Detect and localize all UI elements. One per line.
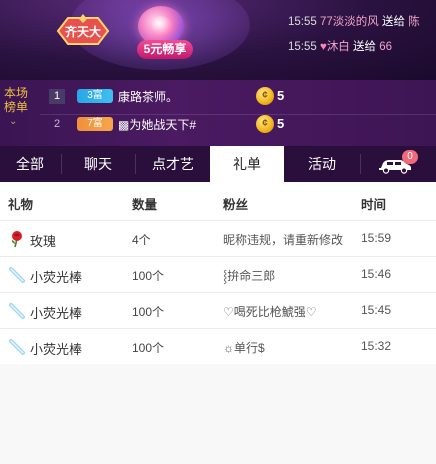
- col-gift: 礼物: [8, 198, 34, 212]
- gift-list: 礼物 数量 粉丝 时间 玫瑰 4个 昵称违规，请重新修改 15:59 小荧光棒 …: [0, 182, 436, 464]
- rank-number: 1: [49, 89, 65, 104]
- col-time: 时间: [361, 198, 387, 212]
- feed-user[interactable]: 77淡淡的风: [320, 16, 379, 28]
- gift-name: 小荧光棒: [30, 342, 83, 357]
- tab-activity[interactable]: 活动: [284, 146, 360, 182]
- gift-name: 小荧光棒: [30, 306, 83, 321]
- rank-score: 5: [277, 116, 285, 131]
- gift-name: 小荧光棒: [30, 270, 83, 285]
- col-fan: 粉丝: [223, 198, 249, 212]
- glow-stick-icon: [9, 267, 25, 283]
- fan-name: ☼单行$: [223, 341, 265, 355]
- rank-row[interactable]: 2 7富 ▩为她战天下# ¢ 5: [0, 114, 436, 138]
- gift-list-header: 礼物 数量 粉丝 时间: [0, 182, 436, 220]
- table-row[interactable]: 小荧光棒 100个 ☼单行$ 15:32: [0, 328, 436, 364]
- feed-time: 15:55: [288, 16, 317, 28]
- rose-icon: [11, 231, 22, 248]
- session-rank-panel: 本场榜单 ⌄ 1 3富 康路茶师。 ¢ 5 2 7富 ▩为她战天下# ¢ 5: [0, 80, 436, 146]
- gift-qty: 100个: [132, 305, 165, 319]
- feed-action: 送给: [381, 16, 405, 28]
- live-room-panel: 齐天大 5元畅享 15:55 77淡淡的风 送给 陈 15:55 ♥沐白 送给 …: [0, 0, 436, 464]
- rank-user-name: 康路茶师。: [118, 90, 179, 104]
- tab-bar: 全部 聊天 点才艺 礼单 活动: [0, 146, 436, 182]
- rank-row[interactable]: 1 3富 康路茶师。 ¢ 5: [0, 86, 436, 115]
- badge-label: 齐天大: [64, 25, 101, 39]
- wealth-level-badge: 7富: [77, 117, 113, 131]
- feed-target[interactable]: 66: [379, 41, 392, 53]
- table-row[interactable]: 小荧光棒 100个 ♡喝死比枪鯱强♡ 15:45: [0, 292, 436, 328]
- coin-icon: ¢: [256, 115, 274, 133]
- gift-feed-item: 15:55 ♥沐白 送给 66: [288, 38, 436, 54]
- feed-user[interactable]: 沐白: [327, 41, 350, 53]
- rank-number: 2: [53, 118, 61, 130]
- heart-icon: ♥: [319, 41, 327, 53]
- gift-time: 15:46: [361, 267, 392, 281]
- gift-time: 15:45: [361, 303, 392, 317]
- feed-target[interactable]: 陈: [408, 16, 420, 28]
- gift-time: 15:32: [361, 339, 392, 353]
- col-qty: 数量: [132, 198, 158, 212]
- car-count-badge: 0: [402, 150, 418, 164]
- gift-qty: 100个: [132, 269, 165, 283]
- fan-name: ⸾拚命三郎: [223, 269, 276, 283]
- table-row[interactable]: 玫瑰 4个 昵称违规，请重新修改 15:59: [0, 220, 436, 256]
- glow-stick-icon: [9, 303, 25, 319]
- glow-stick-icon: [9, 339, 25, 355]
- gift-qty: 100个: [132, 341, 165, 355]
- tab-all[interactable]: 全部: [0, 146, 60, 182]
- rank-user-name: ▩为她战天下#: [118, 118, 197, 132]
- feed-action: 送给: [353, 41, 377, 53]
- gift-feed-item: 15:55 77淡淡的风 送给 陈: [288, 13, 436, 29]
- tab-gift-list[interactable]: 礼单: [210, 146, 284, 182]
- promo-button[interactable]: 5元畅享: [137, 40, 193, 59]
- table-row[interactable]: 小荧光棒 100个 ⸾拚命三郎 15:46: [0, 256, 436, 292]
- wealth-level-badge: 3富: [77, 89, 113, 103]
- tab-talent[interactable]: 点才艺: [136, 146, 210, 182]
- divider: [360, 154, 361, 174]
- feed-time: 15:55: [288, 41, 317, 53]
- tab-chat[interactable]: 聊天: [62, 146, 134, 182]
- fan-name: 昵称违规，请重新修改: [223, 233, 344, 247]
- fan-name: ♡喝死比枪鯱强♡: [223, 305, 317, 319]
- top-banner: 齐天大 5元畅享 15:55 77淡淡的风 送给 陈 15:55 ♥沐白 送给 …: [0, 0, 436, 80]
- rank-score: 5: [277, 88, 285, 103]
- gift-qty: 4个: [132, 233, 151, 247]
- coin-icon: ¢: [256, 87, 274, 105]
- gift-time: 15:59: [361, 231, 392, 245]
- gift-name: 玫瑰: [30, 234, 57, 249]
- qitian-badge[interactable]: 齐天大: [54, 14, 112, 48]
